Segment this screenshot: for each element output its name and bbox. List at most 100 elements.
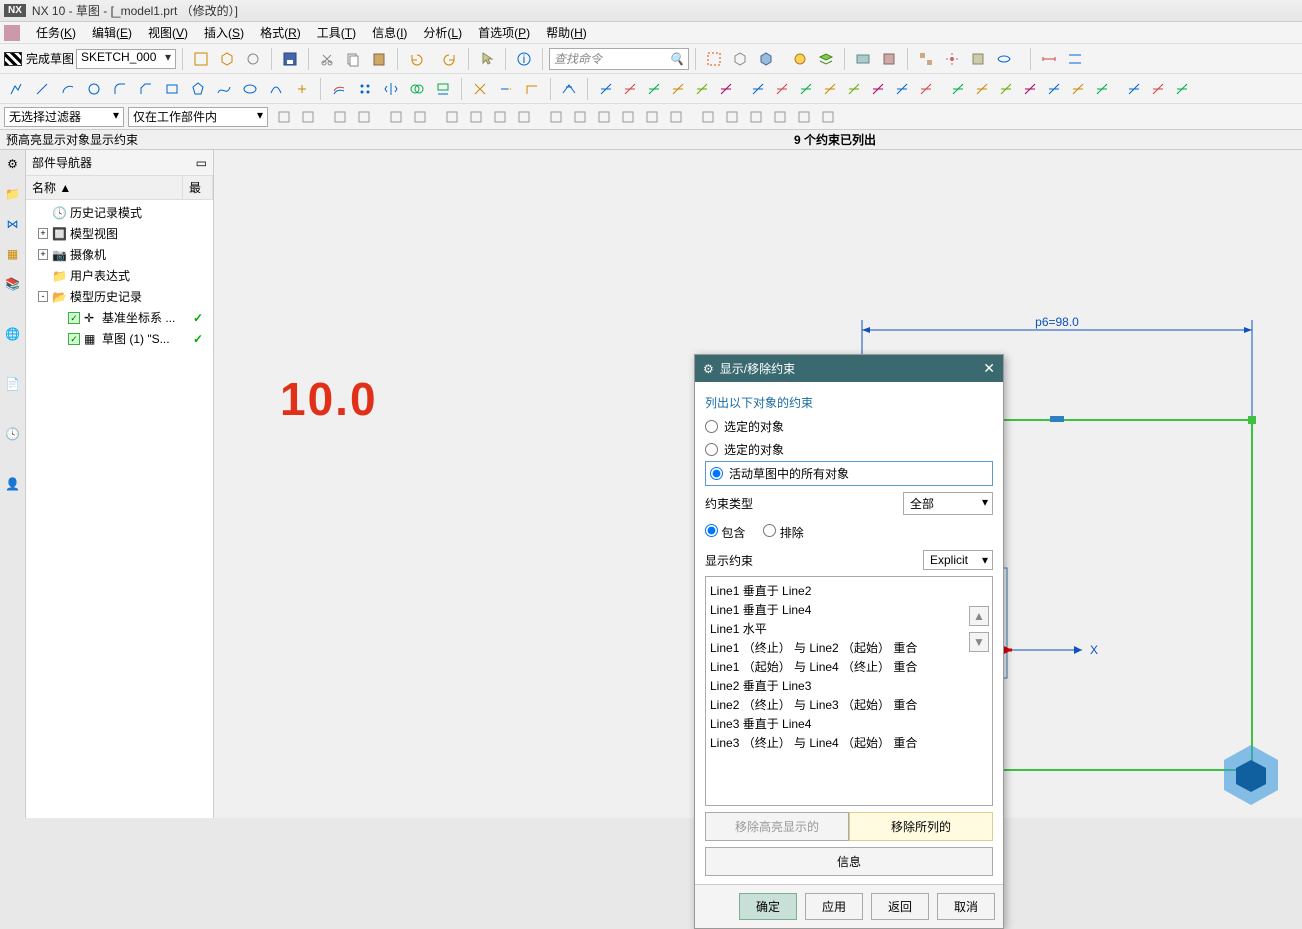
filter-tool-12[interactable] <box>592 105 616 129</box>
tb-assembly-icon[interactable] <box>914 47 938 71</box>
constraint-tool-3[interactable] <box>666 77 690 101</box>
dialog-titlebar[interactable]: ⚙ 显示/移除约束 ✕ <box>695 355 1003 382</box>
rail-history-icon[interactable]: 🕓 <box>3 424 23 444</box>
tb-render-icon[interactable] <box>788 47 812 71</box>
tree-row[interactable]: -📂模型历史记录 <box>26 286 213 307</box>
expand-icon[interactable]: + <box>38 249 48 260</box>
tb-circle-icon[interactable] <box>82 77 106 101</box>
tb-wireframe-icon[interactable] <box>728 47 752 71</box>
tb-dim-icon[interactable] <box>1037 47 1061 71</box>
filter-tool-0[interactable] <box>272 105 296 129</box>
filter-tool-14[interactable] <box>640 105 664 129</box>
constraint-list-item[interactable]: Line1 （终止） 与 Line2 （起始） 重合 <box>710 638 988 657</box>
filter-tool-5[interactable] <box>408 105 432 129</box>
menu-编辑[interactable]: 编辑(E) <box>84 24 140 42</box>
constraint-tool-11[interactable] <box>866 77 890 101</box>
info-button[interactable]: 信息 <box>705 847 993 876</box>
constraint-list-item[interactable]: Line3 垂直于 Line4 <box>710 714 988 733</box>
constraint-tool-17[interactable] <box>1018 77 1042 101</box>
navigator-pin-icon[interactable]: ▭ <box>196 156 207 170</box>
constraint-tool-15[interactable] <box>970 77 994 101</box>
constraint-list-item[interactable]: Line3 （终止） 与 Line4 （起始） 重合 <box>710 733 988 752</box>
constraint-tool-0[interactable] <box>594 77 618 101</box>
rail-web-icon[interactable]: 🌐 <box>3 324 23 344</box>
constraint-tool-18[interactable] <box>1042 77 1066 101</box>
dialog-gear-icon[interactable]: ⚙ <box>703 362 714 376</box>
constraint-tool-19[interactable] <box>1066 77 1090 101</box>
tb-offset-icon[interactable] <box>327 77 351 101</box>
tb-rect-icon[interactable] <box>160 77 184 101</box>
constraint-tool-10[interactable] <box>842 77 866 101</box>
col-name[interactable]: 名称 ▲ <box>26 176 183 199</box>
tb-chamfer-icon[interactable] <box>134 77 158 101</box>
tb-orient-icon[interactable] <box>241 47 265 71</box>
graphics-canvas[interactable]: 10.0 p6=98.0 <box>214 150 1302 818</box>
menu-app-icon[interactable] <box>4 25 20 41</box>
tb-copy-icon[interactable] <box>341 47 365 71</box>
constraint-tool-8[interactable] <box>794 77 818 101</box>
tb-conic-icon[interactable] <box>264 77 288 101</box>
radio2[interactable] <box>705 443 718 456</box>
tb-cut-icon[interactable] <box>315 47 339 71</box>
radio3[interactable] <box>710 467 723 480</box>
filter-tool-6[interactable] <box>440 105 464 129</box>
tb-nav-icon[interactable] <box>966 47 990 71</box>
tree-row[interactable]: ✓▦草图 (1) "S...✓ <box>26 328 213 349</box>
filter-tool-9[interactable] <box>512 105 536 129</box>
tb-fillet-icon[interactable] <box>108 77 132 101</box>
tb-cube-icon[interactable] <box>215 47 239 71</box>
tb-pointer-icon[interactable] <box>475 47 499 71</box>
tree-check-icon[interactable]: ✓ <box>68 333 80 345</box>
filter-tool-4[interactable] <box>384 105 408 129</box>
filter-tool-8[interactable] <box>488 105 512 129</box>
filter-tool-2[interactable] <box>328 105 352 129</box>
expand-icon[interactable]: + <box>38 228 48 239</box>
filter-tool-21[interactable] <box>816 105 840 129</box>
filter-tool-19[interactable] <box>768 105 792 129</box>
constraint-list-item[interactable]: Line2 （终止） 与 Line3 （起始） 重合 <box>710 695 988 714</box>
rail-sheet-icon[interactable]: 📄 <box>3 374 23 394</box>
tb-shaded-icon[interactable] <box>754 47 778 71</box>
constraint-tool-14[interactable] <box>946 77 970 101</box>
tb-linedim-icon[interactable] <box>1063 47 1087 71</box>
tb-part-icon[interactable] <box>877 47 901 71</box>
radio-selected-obj-2[interactable]: 选定的对象 <box>705 438 993 461</box>
constraint-list-item[interactable]: Line1 水平 <box>710 619 988 638</box>
col-last[interactable]: 最 <box>183 176 213 199</box>
filter-tool-7[interactable] <box>464 105 488 129</box>
constraint-tool-23[interactable] <box>1170 77 1194 101</box>
tb-trim-icon[interactable] <box>468 77 492 101</box>
tb-view-icon[interactable] <box>992 47 1016 71</box>
constraint-tool-21[interactable] <box>1122 77 1146 101</box>
show-constraint-select[interactable]: Explicit <box>923 550 993 570</box>
navigator-tree[interactable]: 🕓历史记录模式+🔲模型视图+📷摄像机📁用户表达式-📂模型历史记录✓✛基准坐标系 … <box>26 200 213 351</box>
filter-tool-20[interactable] <box>792 105 816 129</box>
filter-tool-15[interactable] <box>664 105 688 129</box>
tb-pattern-icon[interactable] <box>353 77 377 101</box>
tree-row[interactable]: 📁用户表达式 <box>26 265 213 286</box>
ok-button[interactable]: 确定 <box>739 893 797 920</box>
constraint-tool-5[interactable] <box>714 77 738 101</box>
tb-profile-icon[interactable] <box>4 77 28 101</box>
radio-include[interactable] <box>705 524 718 537</box>
constraint-list-item[interactable]: Line1 （起始） 与 Line4 （终止） 重合 <box>710 657 988 676</box>
constraint-list-item[interactable]: Line2 垂直于 Line3 <box>710 676 988 695</box>
constraint-tool-22[interactable] <box>1146 77 1170 101</box>
constraint-list[interactable]: Line1 垂直于 Line2Line1 垂直于 Line4Line1 水平Li… <box>705 576 993 806</box>
filter-tool-13[interactable] <box>616 105 640 129</box>
tb-polygon-icon[interactable] <box>186 77 210 101</box>
command-search-input[interactable]: 查找命令 🔍 <box>549 48 689 70</box>
menu-视图[interactable]: 视图(V) <box>140 24 196 42</box>
filter-tool-17[interactable] <box>720 105 744 129</box>
tree-row[interactable]: ✓✛基准坐标系 ...✓ <box>26 307 213 328</box>
tb-mirror-icon[interactable] <box>379 77 403 101</box>
tree-row[interactable]: +🔲模型视图 <box>26 223 213 244</box>
tb-spline-icon[interactable] <box>212 77 236 101</box>
remove-listed-button[interactable]: 移除所列的 <box>849 812 993 841</box>
constraint-tool-9[interactable] <box>818 77 842 101</box>
rail-books-icon[interactable]: 📚 <box>3 274 23 294</box>
constraint-tool-7[interactable] <box>770 77 794 101</box>
apply-button[interactable]: 应用 <box>805 893 863 920</box>
tb-redo-icon[interactable] <box>438 47 462 71</box>
tb-save-icon[interactable] <box>278 47 302 71</box>
